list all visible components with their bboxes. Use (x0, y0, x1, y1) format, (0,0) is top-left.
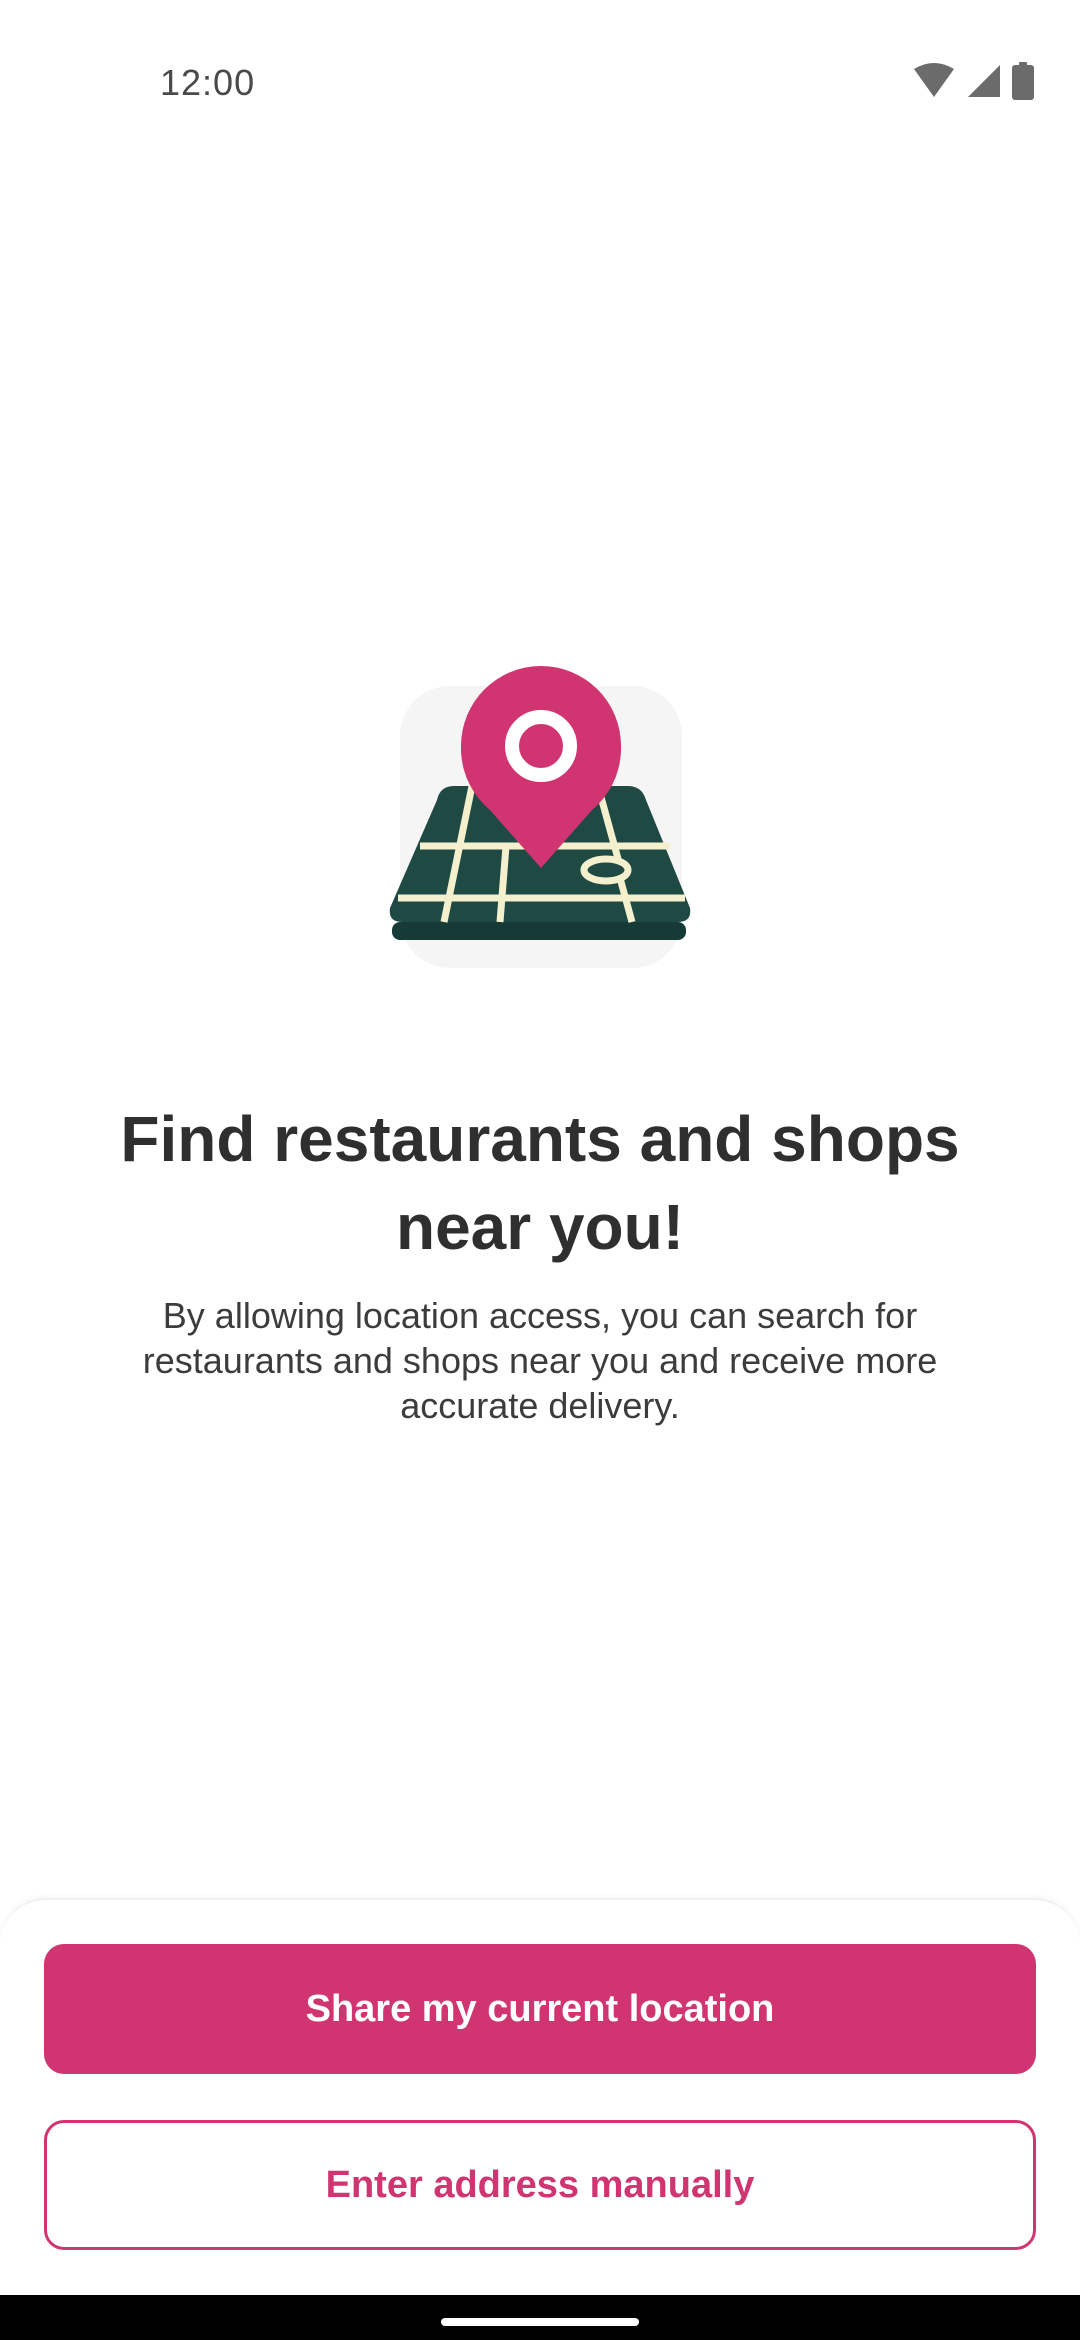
map-location-pin-icon (380, 660, 700, 980)
enter-address-manually-button[interactable]: Enter address manually (44, 2120, 1036, 2250)
page-title-line-2: near you! (395, 1191, 685, 1263)
home-gesture-handle[interactable] (441, 2318, 639, 2326)
wifi-icon (912, 63, 956, 104)
battery-icon (1012, 62, 1034, 105)
cellular-signal-icon (966, 63, 1002, 104)
status-bar: 12:00 (0, 0, 1080, 170)
status-icons (912, 62, 1034, 105)
share-location-button[interactable]: Share my current location (44, 1944, 1036, 2074)
description-line-3: accurate delivery. (400, 1385, 680, 1426)
status-time: 12:00 (160, 62, 256, 103)
page-title-line-1: Find restaurants and shops (120, 1103, 960, 1175)
description-line-2: restaurants and shops near you and recei… (142, 1340, 938, 1381)
page-title: Find restaurants and shops near you! (80, 1095, 1000, 1271)
description-line-1: By allowing location access, you can sea… (162, 1295, 918, 1336)
description-text: By allowing location access, you can sea… (110, 1293, 970, 1428)
